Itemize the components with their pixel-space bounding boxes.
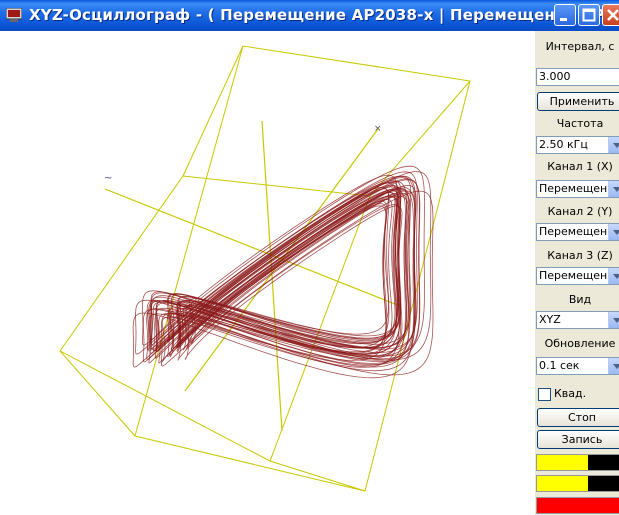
stop-button[interactable]: Стоп xyxy=(537,408,619,427)
maximize-icon xyxy=(582,8,596,22)
interval-label: Интервал, с xyxy=(545,40,615,53)
square-label: Квад. xyxy=(554,387,587,400)
square-checkbox[interactable] xyxy=(538,388,551,401)
channel2-value: Перемещен xyxy=(539,225,608,238)
chevron-down-icon[interactable] xyxy=(608,312,619,328)
frequency-select[interactable]: 2.50 кГц xyxy=(536,136,619,154)
channel3-value: Перемещен xyxy=(539,269,608,282)
maximize-button[interactable] xyxy=(578,4,600,26)
channel2-label: Канал 2 (Y) xyxy=(547,205,613,218)
channel3-label: Канал 3 (Z) xyxy=(547,249,613,262)
axis-mark-n: ~ xyxy=(104,173,112,184)
chevron-down-icon[interactable] xyxy=(608,358,619,374)
channel1-select[interactable]: Перемещен xyxy=(536,180,619,198)
oscilloscope-plot[interactable]: ~ × xyxy=(0,31,535,515)
channel1-color-swatch[interactable] xyxy=(536,454,619,471)
update-value: 0.1 сек xyxy=(539,359,580,372)
xyz-plot-canvas[interactable]: ~ × xyxy=(0,31,535,515)
trace-group xyxy=(132,165,434,379)
trace-curve xyxy=(161,190,434,376)
channel2-color-swatch[interactable] xyxy=(536,475,619,492)
record-button[interactable]: Запись xyxy=(537,430,619,449)
oscilloscope-icon xyxy=(6,8,22,22)
chevron-down-icon[interactable] xyxy=(608,137,619,153)
view-select[interactable]: XYZ xyxy=(536,311,619,329)
chevron-down-icon[interactable] xyxy=(608,268,619,284)
frequency-label: Частота xyxy=(556,117,604,130)
title-bar[interactable]: XYZ-Осциллограф - ( Перемещение AP2038-x… xyxy=(0,0,619,31)
minimize-button[interactable] xyxy=(554,4,576,26)
minimize-icon xyxy=(560,18,567,21)
channel1-label: Канал 1 (X) xyxy=(547,160,613,173)
channel1-value: Перемещен xyxy=(539,182,608,195)
channel2-select[interactable]: Перемещен xyxy=(536,223,619,241)
chevron-down-icon[interactable] xyxy=(608,224,619,240)
apply-button[interactable]: Применить xyxy=(537,92,619,111)
chevron-down-icon[interactable] xyxy=(608,181,619,197)
view-value: XYZ xyxy=(539,313,561,326)
interval-input[interactable]: 3.000 xyxy=(536,68,619,86)
window-title: XYZ-Осциллограф - ( Перемещение AP2038-x… xyxy=(29,6,619,24)
control-panel: Интервал, с 3.000 Применить Частота 2.50… xyxy=(535,31,619,515)
update-select[interactable]: 0.1 сек xyxy=(536,357,619,375)
axis-mark-x: × xyxy=(374,124,382,134)
frequency-value: 2.50 кГц xyxy=(539,138,588,151)
close-icon xyxy=(607,9,619,21)
update-label: Обновление xyxy=(544,337,616,350)
channel3-select[interactable]: Перемещен xyxy=(536,267,619,285)
channel3-color-swatch[interactable] xyxy=(536,497,619,514)
view-label: Вид xyxy=(568,293,592,306)
close-button[interactable] xyxy=(602,4,619,26)
